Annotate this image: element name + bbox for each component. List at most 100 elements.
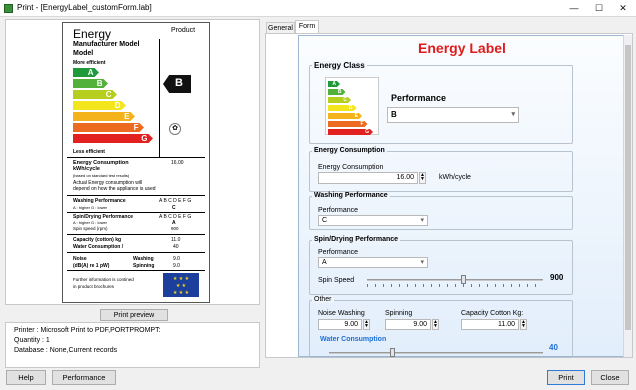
label-spin-speed-value: 900 [171, 226, 179, 231]
performance-select[interactable]: B [387, 107, 519, 123]
label-consumption-note: (based on standard test results) [73, 173, 130, 178]
selected-class-arrow: B [163, 75, 191, 93]
energy-bar-letter: F [133, 123, 139, 132]
label-washing-letters: A B C D E F G [159, 198, 192, 204]
print-button[interactable]: Print [547, 370, 585, 385]
capacity-spinner[interactable]: ▲ ▼ [520, 319, 527, 330]
label-separator [67, 212, 205, 213]
energy-bar-letter: D [114, 101, 121, 110]
minimize-button[interactable]: — [562, 0, 586, 17]
maximize-button[interactable]: ☐ [587, 0, 611, 17]
spin-speed-track[interactable] [367, 279, 543, 281]
energy-bar-b: B [73, 79, 108, 88]
label-less-efficient: Less efficient [73, 149, 105, 155]
noise-washing-input[interactable]: 9.00 [318, 319, 362, 330]
form-title: Energy Label [418, 40, 506, 56]
energy-class-chart: ABCDEFG [325, 77, 379, 135]
capacity-input[interactable]: 11.00 [461, 319, 519, 330]
spin-speed-value: 900 [550, 273, 564, 282]
quantity-info: Quantity : 1 [14, 337, 50, 344]
help-button[interactable]: Help [6, 370, 46, 385]
label-capacity: Capacity (cotton) kg [73, 237, 122, 243]
app-icon [4, 4, 13, 13]
energy-class-label: Energy Class [312, 61, 367, 70]
label-washing-title: Washing Performance [73, 198, 126, 204]
washing-group-label: Washing Performance [312, 192, 390, 199]
close-button[interactable]: Close [591, 370, 629, 385]
energy-bar-f: F [328, 121, 368, 127]
label-noise-washing-value: 9.0 [173, 256, 180, 262]
label-consumption-text2: depend on how the appliance is used [73, 186, 156, 192]
consumption-input[interactable]: 16.00 [318, 172, 418, 184]
water-slider-track[interactable] [329, 352, 543, 354]
label-noise-spinning-value: 9.0 [173, 263, 180, 269]
energy-bar-letter: A [332, 81, 336, 87]
label-further1: Further information is contined [73, 277, 134, 282]
energy-bar-b: B [328, 89, 346, 95]
water-consumption-label: Water Consumption [320, 336, 387, 343]
energy-bar-d: D [73, 101, 126, 110]
other-group-label: Other [312, 296, 334, 303]
energy-bar-letter: F [360, 121, 364, 127]
label-manufacturer: Manufacturer Model [73, 41, 140, 48]
energy-bar-f: F [73, 123, 144, 132]
consumption-spinner[interactable]: ▲ ▼ [419, 172, 426, 184]
selected-class-letter: B [175, 77, 183, 89]
spinning-label: Spinning [385, 310, 413, 317]
window-title: Print - [EnergyLabel_customForm.lab] [17, 3, 152, 12]
label-noise-unit: (dB(A) re 1 pW) [73, 263, 110, 269]
spin-speed-ticks [367, 284, 543, 287]
noise-washing-spinner[interactable]: ▲ ▼ [363, 319, 370, 330]
energy-bar-letter: D [348, 105, 353, 111]
consumption-group-label: Energy Consumption [312, 147, 387, 154]
energy-bar-a: A [328, 81, 340, 87]
washing-perf-select[interactable]: C [318, 215, 428, 226]
label-spin-scale: A : higher G : lower [73, 220, 108, 225]
label-consumption-unit: kWh/cycle [73, 166, 100, 172]
label-divider [159, 39, 160, 157]
eu-flag-icon: ★ ★ ★ ★ ★ ★ ★ ★ [163, 273, 199, 297]
noise-washing-label: Noise Washing [318, 310, 365, 317]
label-separator [67, 270, 205, 271]
label-model: Model [73, 50, 94, 57]
energy-bar-c: C [73, 90, 117, 99]
print-preview-button[interactable]: Print preview [100, 309, 168, 321]
energy-bar-e: E [73, 112, 135, 121]
energy-bar-letter: A [87, 68, 94, 77]
spin-perf-label: Performance [318, 249, 359, 256]
close-window-button[interactable]: ✕ [611, 0, 635, 17]
energy-bar-letter: G [141, 134, 148, 143]
database-info: Database : None,Current records [14, 347, 118, 354]
energy-bar-letter: C [105, 90, 112, 99]
form-scrollbar[interactable] [623, 35, 632, 357]
label-separator [67, 195, 205, 196]
energy-bar-c: C [328, 97, 351, 103]
energy-bar-letter: E [354, 113, 358, 119]
energy-bar-e: E [328, 113, 362, 119]
performance-button[interactable]: Performance [52, 370, 116, 385]
energy-bar-letter: G [365, 129, 369, 135]
flower-icon: ✿ [169, 123, 181, 135]
spin-speed-slider-thumb[interactable] [460, 275, 466, 284]
spinning-input[interactable]: 9.00 [385, 319, 431, 330]
label-product: Product [171, 27, 196, 34]
label-preview: Energy Product Manufacturer Model Model … [62, 22, 210, 303]
title-bar: Print - [EnergyLabel_customForm.lab] — ☐… [0, 0, 636, 17]
scrollbar-thumb[interactable] [625, 45, 631, 330]
energy-bar-a: A [73, 68, 99, 77]
consumption-label: Energy Consumption [318, 164, 384, 171]
label-separator [67, 234, 205, 235]
energy-bar-letter: C [343, 97, 347, 103]
performance-label: Performance [391, 93, 447, 103]
energy-bar-letter: E [124, 112, 130, 121]
spin-speed-label: Spin Speed [318, 277, 355, 284]
label-washing-value: C [172, 205, 176, 211]
label-further2: in product brochures [73, 284, 115, 289]
label-separator [67, 252, 205, 253]
spin-perf-select[interactable]: A [318, 257, 428, 268]
water-slider-thumb[interactable] [390, 348, 396, 357]
tab-form[interactable]: Form [295, 20, 319, 34]
energy-bar-letter: B [337, 89, 342, 95]
spinning-spinner[interactable]: ▲ ▼ [432, 319, 439, 330]
label-capacity-value: 11.0 [171, 237, 181, 243]
